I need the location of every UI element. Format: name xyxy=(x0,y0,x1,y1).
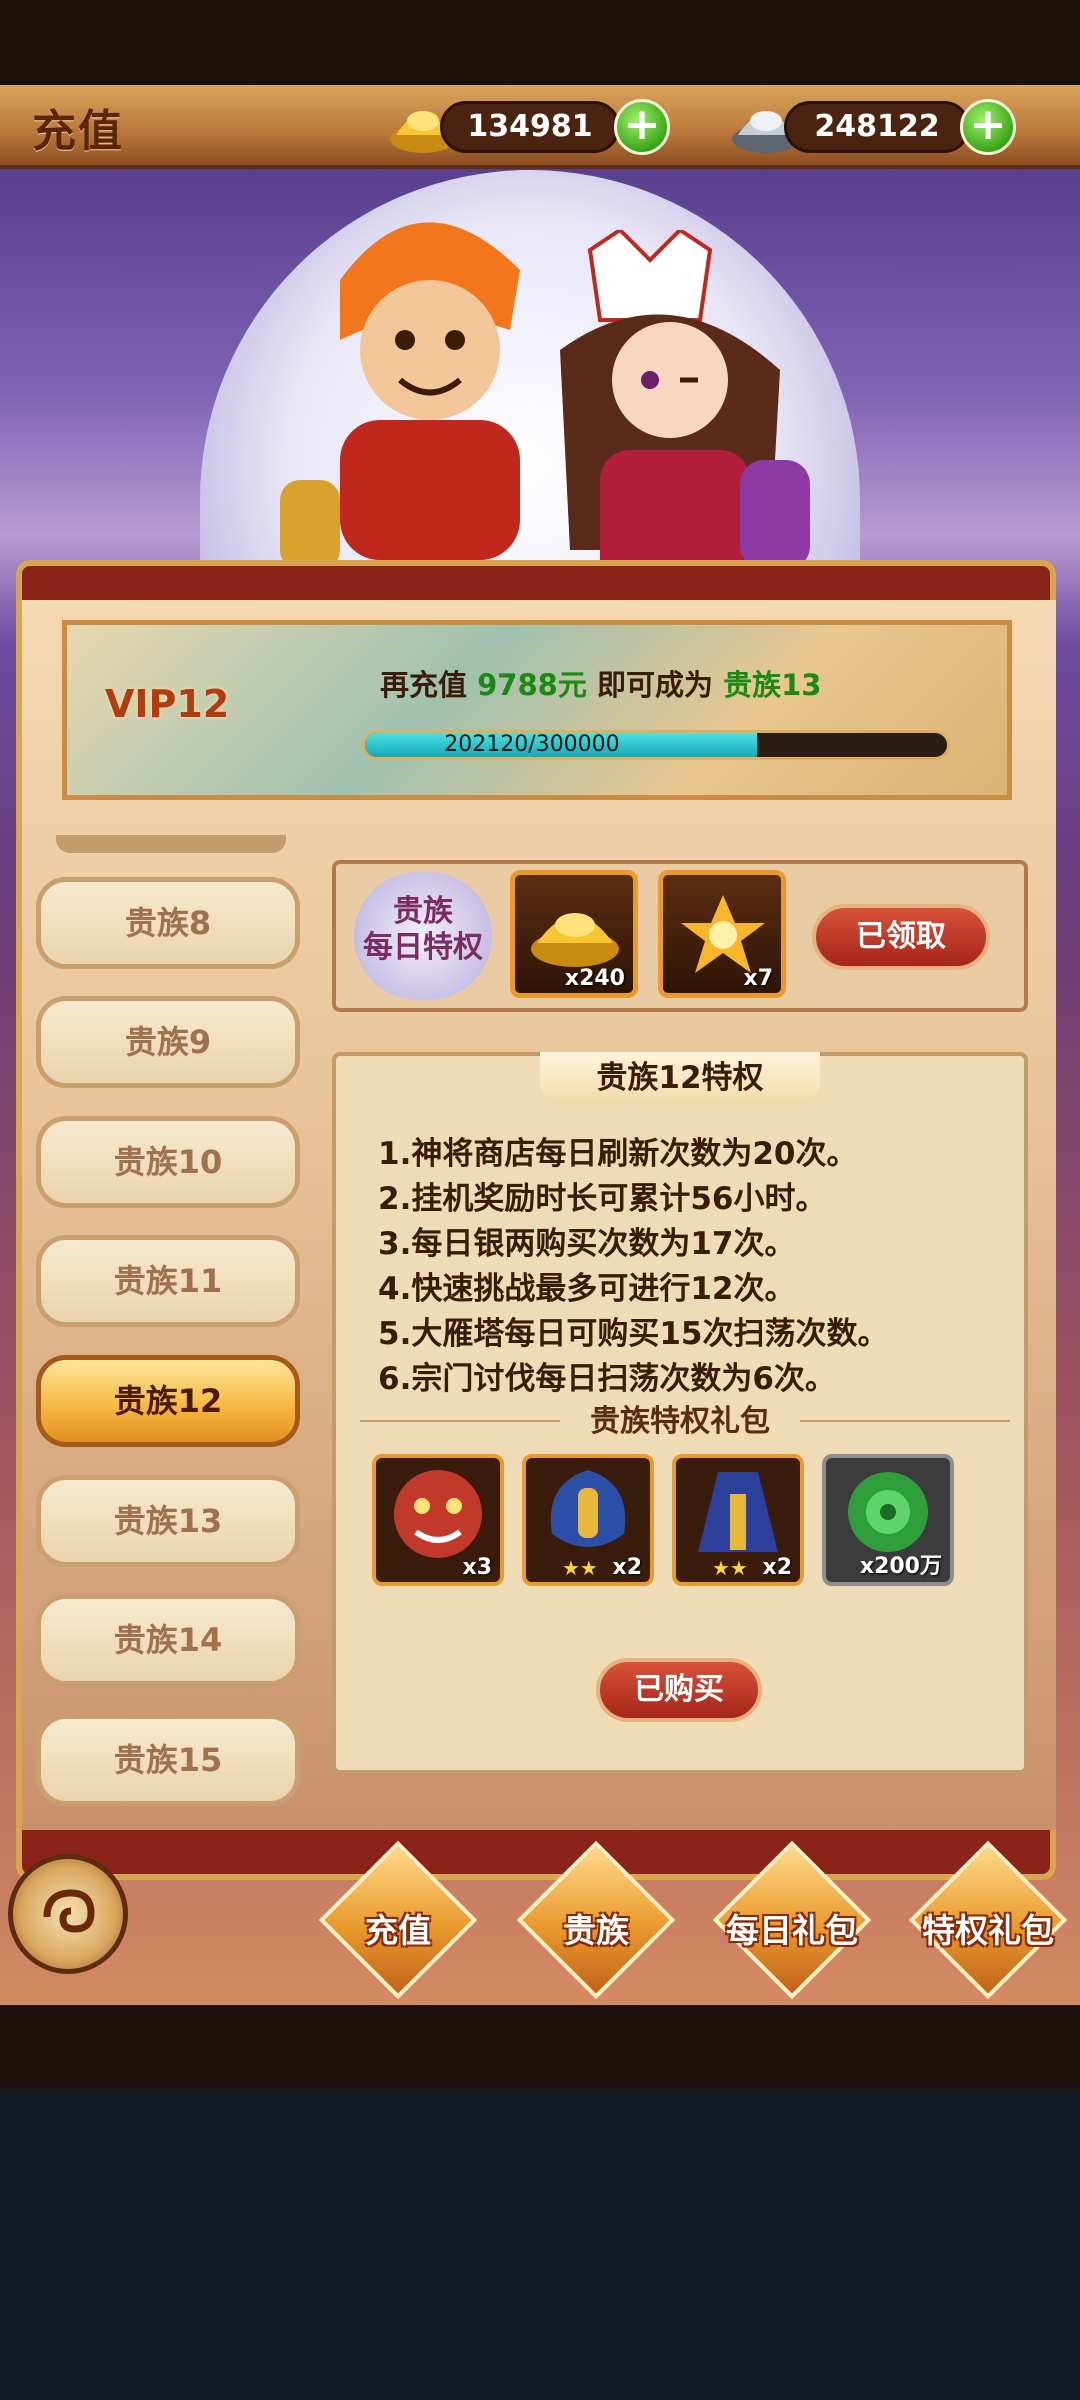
tier-item-13[interactable]: 贵族13 xyxy=(36,1475,300,1567)
gift-pack-title: 贵族特权礼包 xyxy=(590,1404,770,1439)
gift-item-lion[interactable]: x3 xyxy=(372,1454,504,1586)
silver-counter: 248122 xyxy=(784,101,970,153)
gold-amount: 134981 xyxy=(467,109,593,144)
daily-item-scroll[interactable]: x7 xyxy=(658,870,786,998)
tier-item-15[interactable]: 贵族15 xyxy=(36,1714,300,1806)
gold-ingot-icon xyxy=(531,913,619,967)
lion-hero-icon xyxy=(394,1470,482,1558)
tier-item-10[interactable]: 贵族10 xyxy=(36,1116,300,1208)
tier-item-11[interactable]: 贵族11 xyxy=(36,1235,300,1327)
gift-qty: x2 xyxy=(612,1555,643,1580)
daily-item-gold[interactable]: x240 xyxy=(510,870,638,998)
tier-item-12[interactable]: 贵族12 xyxy=(36,1355,300,1447)
daily-privilege-badge: 贵族 每日特权 xyxy=(354,872,492,1000)
privilege-line: 3.每日银两购买次数为17次。 xyxy=(378,1226,796,1262)
gift-item-jade[interactable]: x200万 xyxy=(822,1454,954,1586)
back-button[interactable] xyxy=(8,1854,128,1974)
swirl-back-icon xyxy=(43,1889,95,1933)
nav-tab-label: 充值 xyxy=(365,1911,431,1950)
tier-item-9[interactable]: 贵族9 xyxy=(36,996,300,1088)
nav-tab-label: 特权礼包 xyxy=(922,1911,1054,1950)
nav-tab-label: 每日礼包 xyxy=(726,1911,858,1950)
daily-item-qty: x240 xyxy=(564,966,625,991)
page-title: 充值 xyxy=(32,106,124,157)
claimed-button[interactable]: 已领取 xyxy=(812,904,990,970)
privilege-line: 1.神将商店每日刷新次数为20次。 xyxy=(378,1136,858,1172)
privilege-line: 4.快速挑战最多可进行12次。 xyxy=(378,1271,796,1307)
fox-mask-heroine xyxy=(560,230,810,600)
privilege-line: 5.大雁塔每日可购买15次扫荡次数。 xyxy=(378,1316,889,1352)
nav-tab-label: 贵族 xyxy=(563,1911,629,1950)
gift-qty: x3 xyxy=(462,1555,493,1580)
vip-amount-needed: 9788元 xyxy=(477,668,587,702)
nav-tab-recharge[interactable]: 充值 xyxy=(308,1840,488,2000)
star-icon: ★★ xyxy=(562,1556,598,1580)
bottom-dark-band xyxy=(0,2005,1080,2088)
gold-counter: 134981 xyxy=(440,101,620,153)
vip-target-level: 贵族13 xyxy=(723,668,822,702)
gift-qty: x2 xyxy=(762,1555,793,1580)
gift-qty: x200万 xyxy=(859,1554,942,1579)
blue-robe-icon xyxy=(698,1472,778,1552)
nav-tab-privilege-gift[interactable]: 特权礼包 xyxy=(898,1840,1078,2000)
nav-tab-nobility[interactable]: 贵族 xyxy=(506,1840,686,2000)
tier-list-scroll-edge xyxy=(56,835,286,853)
monkey-king-hero xyxy=(280,222,520,570)
nav-tab-daily-gift[interactable]: 每日礼包 xyxy=(702,1840,882,2000)
tier-item-14[interactable]: 贵族14 xyxy=(36,1594,300,1686)
daily-badge-line1: 贵族 xyxy=(393,894,453,929)
daily-badge-line2: 每日特权 xyxy=(363,930,483,965)
add-silver-button[interactable]: + xyxy=(960,99,1016,155)
top-dark-band xyxy=(0,0,1080,85)
star-icon: ★★ xyxy=(712,1556,748,1580)
tier-item-8[interactable]: 贵族8 xyxy=(36,877,300,969)
vip-level-label: VIP12 xyxy=(105,682,230,726)
vip-line-mid: 即可成为 xyxy=(596,668,713,702)
privilege-title: 贵族12特权 xyxy=(540,1052,820,1104)
gift-item-armor[interactable]: ★★ x2 xyxy=(522,1454,654,1586)
vip-line-prefix: 再充值 xyxy=(380,668,468,702)
purchased-button[interactable]: 已购买 xyxy=(596,1658,762,1722)
gift-item-robe[interactable]: ★★ x2 xyxy=(672,1454,804,1586)
privilege-line: 6.宗门讨伐每日扫荡次数为6次。 xyxy=(378,1361,836,1397)
blue-armor-icon xyxy=(550,1470,626,1547)
daily-item-qty: x7 xyxy=(743,966,774,991)
add-gold-button[interactable]: + xyxy=(614,99,670,155)
vip-next-level-text: 再充值 9788元 即可成为 贵族13 xyxy=(380,662,821,704)
silver-amount: 248122 xyxy=(814,109,940,144)
jade-orb-icon xyxy=(848,1472,928,1552)
privilege-line: 2.挂机奖励时长可累计56小时。 xyxy=(378,1181,827,1217)
header-bar: 充值 134981 + 248122 + xyxy=(0,85,1080,169)
vip-progress-text: 202120/300000 xyxy=(444,732,620,757)
